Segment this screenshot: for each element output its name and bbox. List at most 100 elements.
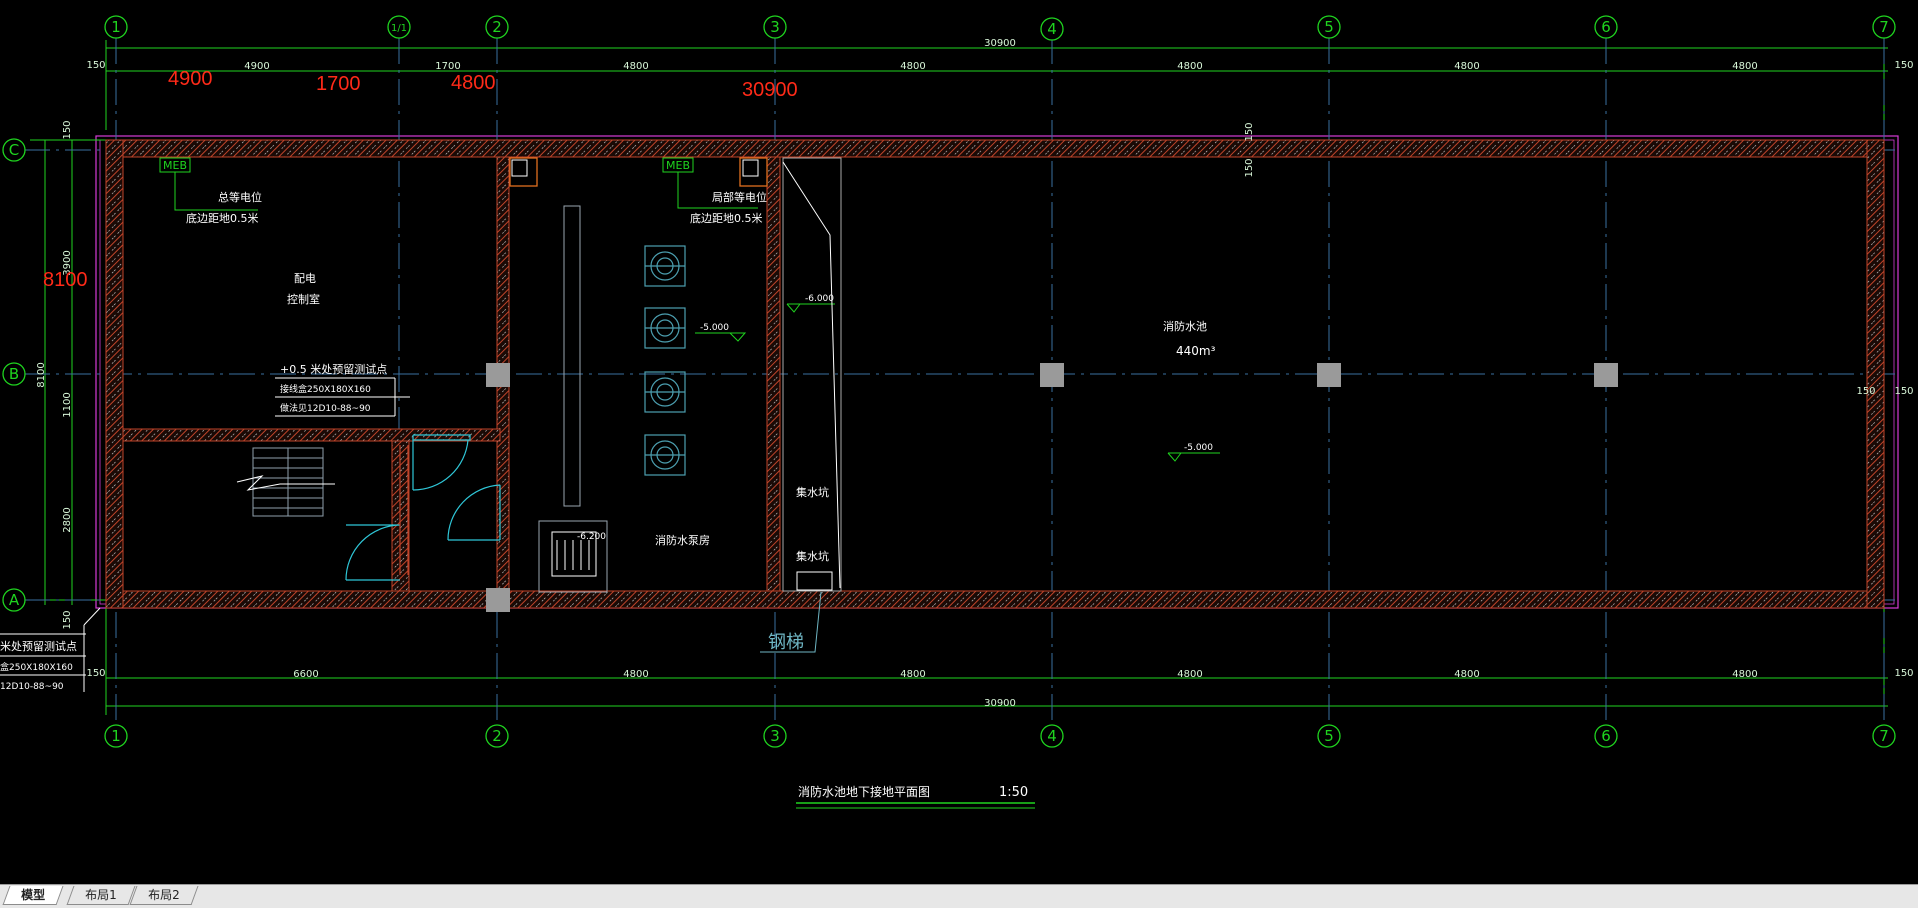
grid-label-top: 3	[770, 18, 780, 36]
sump-label-1: 集水坑	[796, 485, 829, 499]
grid-labels-top: 1 1/1 2 3 4 5 6 7	[111, 18, 1889, 38]
dim-edge: 150	[1894, 60, 1913, 71]
dim-left-seg: 2800	[62, 507, 73, 532]
dim-top-seg: 4900	[244, 61, 269, 72]
dim-edge: 150	[62, 120, 73, 139]
grid-label-left: B	[9, 365, 19, 383]
dim-top-seg: 4800	[1177, 61, 1202, 72]
equipotential-boxes	[509, 157, 768, 187]
tab-layout2[interactable]: 布局2	[129, 886, 199, 905]
steel-ladder-label: 钢梯	[768, 632, 804, 653]
elevation-pump-room: -5.000	[700, 323, 729, 333]
test-point-ref-left: 12D10-88~90	[0, 682, 64, 692]
fire-pool-labels: 消防水池 440m³ -5.000	[1163, 319, 1216, 453]
total-equipotential-label: 总等电位	[218, 190, 262, 204]
grid-label-top: 1/1	[391, 23, 407, 34]
meb-label: MEB	[666, 159, 690, 172]
grid-label-top: 1	[111, 18, 121, 36]
grid-label-top: 6	[1601, 18, 1611, 36]
elevation-corridor: -6.000	[805, 294, 834, 304]
test-point-title: +0.5 米处预留测试点	[280, 363, 387, 376]
doors	[345, 434, 501, 581]
test-point-box-left: 盒250X180X160	[0, 661, 73, 673]
dim-top-seg: 1700	[435, 61, 460, 72]
test-point-ref: 做法见12D10-88~90	[280, 402, 371, 414]
red-label-30900: 30900	[742, 79, 798, 101]
grid-label-bottom: 4	[1047, 727, 1057, 745]
dim-edge: 150	[86, 668, 105, 679]
sump-label-2: 集水坑	[796, 549, 829, 563]
fire-pool-name: 消防水池	[1163, 319, 1207, 333]
pump-room-name: 消防水泵房	[655, 533, 710, 547]
dim-top-overall: 30900	[984, 38, 1016, 49]
grid-label-bottom: 2	[492, 727, 502, 745]
grid-label-bottom: 1	[111, 727, 121, 745]
dim-lines-top	[105, 40, 1888, 130]
grid-label-bottom: 7	[1879, 727, 1889, 745]
test-point-title-left: 米处预留测试点	[0, 640, 77, 653]
pump-units	[644, 245, 686, 476]
dim-text-top: 30900 4900 1700 4800 4800 4800 4800 4800…	[86, 38, 1913, 72]
grid-label-top: 4	[1047, 20, 1057, 38]
grid-bubbles-top	[104, 15, 1896, 41]
red-label-4900: 4900	[168, 68, 213, 90]
total-equipotential-height: 底边距地0.5米	[186, 211, 259, 225]
drawing-scale: 1:50	[999, 785, 1028, 800]
tab-model[interactable]: 模型	[2, 886, 64, 905]
dim-top-seg: 4800	[1732, 61, 1757, 72]
test-point-text-left: 米处预留测试点 盒250X180X160 12D10-88~90	[0, 640, 77, 692]
dim-edge: 150	[1894, 386, 1913, 397]
test-point-box: 接线盒250X180X160	[280, 383, 371, 395]
dim-top-seg: 4800	[623, 61, 648, 72]
elevation-pool: -5.000	[1184, 443, 1213, 453]
dim-bottom-seg: 4800	[1454, 669, 1479, 680]
grid-label-bottom: 5	[1324, 727, 1334, 745]
tab-layout2-label: 布局2	[148, 888, 180, 902]
local-equipotential-label: 局部等电位	[712, 190, 767, 204]
corridor-labels: -6.000 集水坑 集水坑	[796, 294, 834, 563]
grid-label-left: A	[9, 591, 20, 609]
dim-bottom-seg: 4800	[623, 669, 648, 680]
dim-edge: 150	[1244, 122, 1255, 141]
grid-label-top: 7	[1879, 18, 1889, 36]
grid-label-bottom: 3	[770, 727, 780, 745]
test-point-text: +0.5 米处预留测试点 接线盒250X180X160 做法见12D10-88~…	[280, 363, 387, 414]
dim-edge: 150	[62, 610, 73, 629]
grid-label-bottom: 6	[1601, 727, 1611, 745]
drawing-title: 消防水池地下接地平面图	[798, 784, 930, 799]
power-room-line2: 控制室	[287, 292, 320, 306]
red-label-1700: 1700	[316, 73, 361, 95]
dim-bottom-seg: 4800	[900, 669, 925, 680]
grid-label-top: 2	[492, 18, 502, 36]
dim-bottom-seg: 4800	[1177, 669, 1202, 680]
grid-bubbles-bottom	[104, 724, 1896, 748]
meb-label: MEB	[163, 159, 187, 172]
power-room-label: 配电 控制室	[287, 272, 320, 306]
dim-left-seg: 1100	[62, 392, 73, 417]
cad-model-space[interactable]: 1 1/1 2 3 4 5 6 7 1 2 3 4 5 6 7 C B A 30…	[0, 0, 1918, 884]
dim-edge: 150	[1894, 668, 1913, 679]
meb-left: MEB 总等电位 底边距地0.5米	[159, 157, 262, 225]
red-label-4800: 4800	[451, 72, 496, 94]
tab-layout1-label: 布局1	[85, 888, 117, 902]
grid-labels-left: C B A	[9, 141, 20, 609]
stair	[236, 447, 335, 517]
equipotential-box-inner	[511, 159, 759, 177]
elevation-pit: -6.200	[577, 532, 606, 542]
tab-layout1[interactable]: 布局1	[66, 886, 136, 905]
power-room-line1: 配电	[294, 272, 316, 285]
red-label-8100: 8100	[43, 269, 88, 291]
dim-edge: 150	[1856, 386, 1875, 397]
dim-bottom-seg: 4800	[1732, 669, 1757, 680]
dim-edge: 150	[86, 60, 105, 71]
dim-top-seg: 4800	[1454, 61, 1479, 72]
grid-label-top: 5	[1324, 18, 1334, 36]
tab-model-label: 模型	[21, 888, 46, 902]
grid-label-left: C	[9, 141, 19, 159]
dim-top-seg: 4800	[900, 61, 925, 72]
dim-bottom-seg: 6600	[293, 669, 318, 680]
fire-pool-volume: 440m³	[1176, 344, 1216, 358]
layout-tab-bar: 模型 布局1 布局2	[0, 884, 1918, 908]
drawing-title-block: 消防水池地下接地平面图 1:50	[796, 784, 1035, 809]
grid-labels-bottom: 1 2 3 4 5 6 7	[111, 727, 1889, 745]
